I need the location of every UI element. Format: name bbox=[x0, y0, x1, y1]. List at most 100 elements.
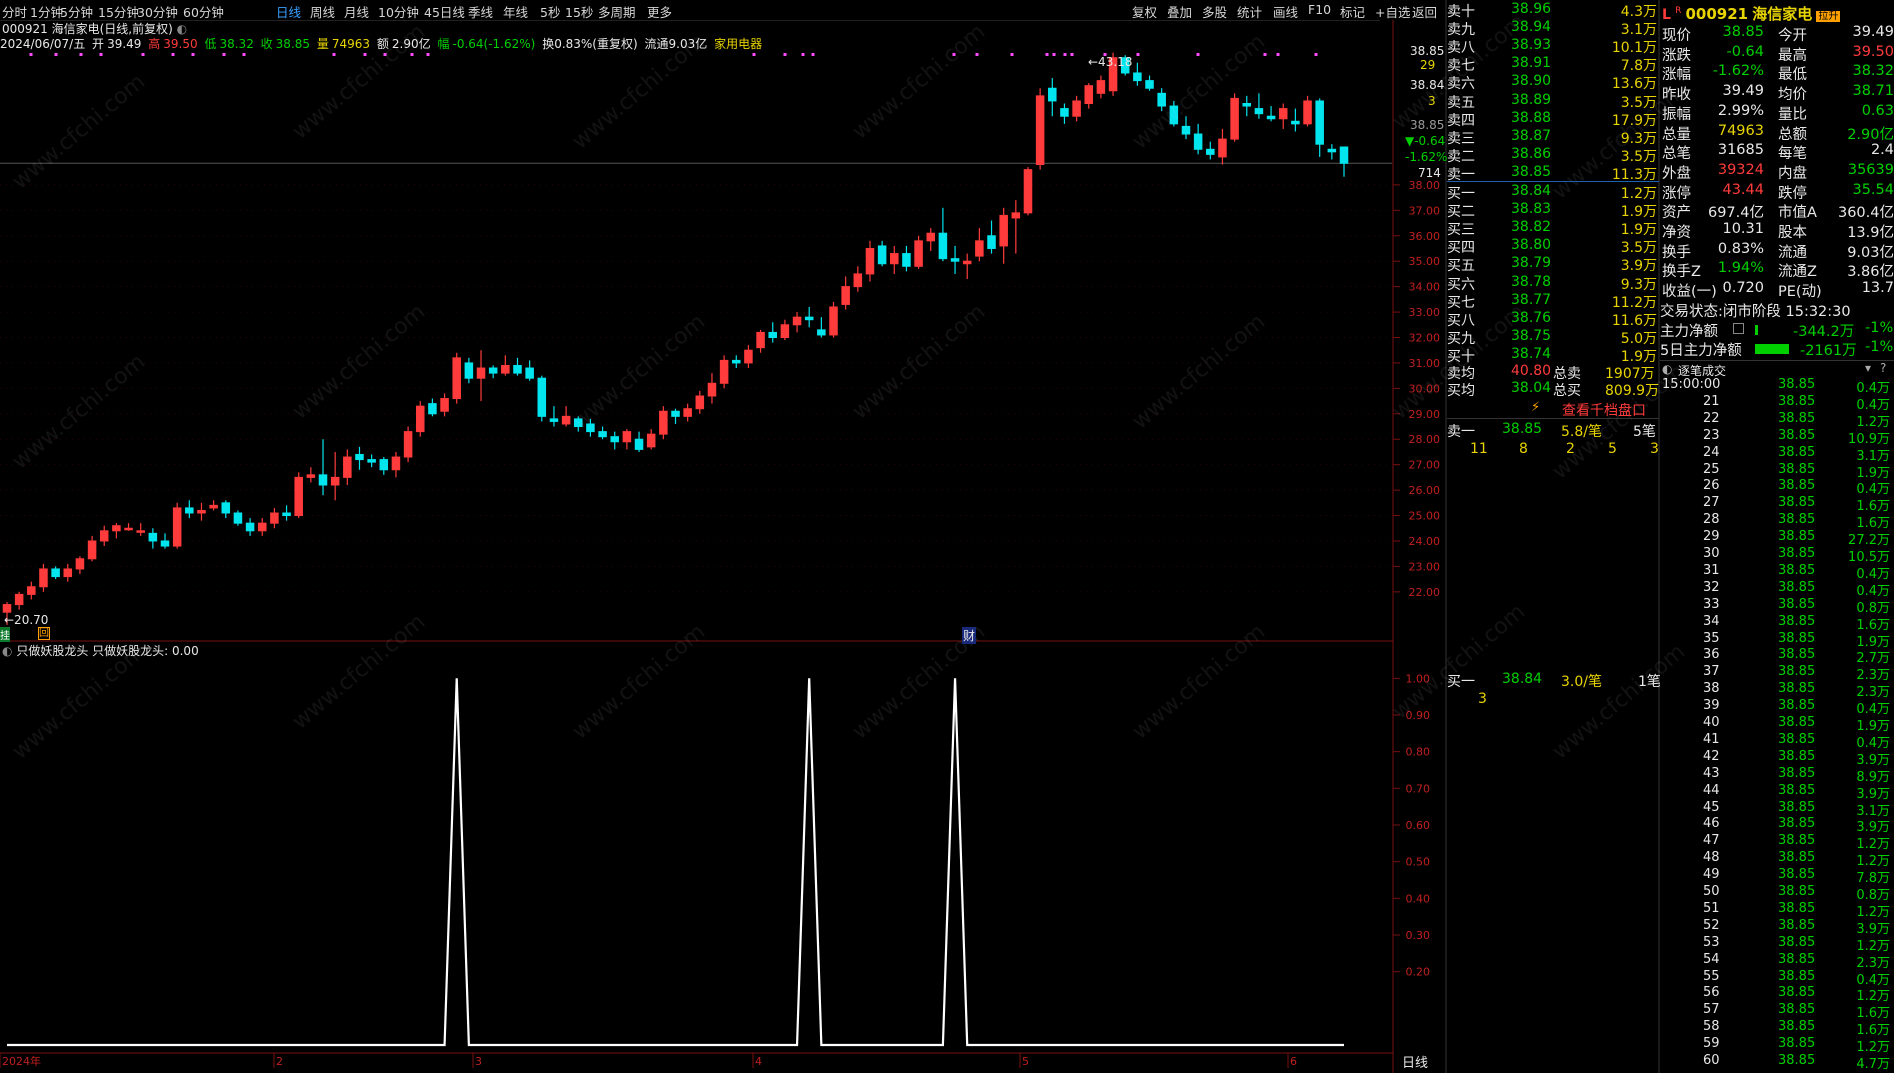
period-tab-15[interactable]: 多周期 bbox=[598, 2, 636, 21]
candle-body[interactable] bbox=[1096, 80, 1106, 94]
candle-body[interactable] bbox=[659, 410, 668, 435]
period-tab-5[interactable]: 60分钟 bbox=[183, 2, 224, 21]
buy-level-1[interactable]: 买二 38.83 1.9万 bbox=[1447, 201, 1657, 220]
candle-body[interactable] bbox=[1327, 148, 1337, 153]
candle-body[interactable] bbox=[817, 329, 826, 336]
candle-body[interactable] bbox=[355, 454, 364, 461]
industry-link[interactable]: 家用电器 bbox=[714, 37, 762, 51]
sell-level-9[interactable]: 卖一 38.85 11.3万 bbox=[1447, 164, 1657, 183]
settings-icon[interactable]: ◐ bbox=[177, 22, 187, 36]
candle-body[interactable] bbox=[343, 456, 352, 478]
period-tab-13[interactable]: 5秒 bbox=[540, 2, 560, 21]
period-tab-6[interactable]: 日线 bbox=[276, 2, 301, 21]
candle-body[interactable] bbox=[890, 253, 899, 265]
candle-body[interactable] bbox=[428, 403, 437, 415]
candle-body[interactable] bbox=[1048, 87, 1057, 102]
candle-body[interactable] bbox=[367, 459, 376, 463]
candle-body[interactable] bbox=[1145, 80, 1154, 89]
candle-body[interactable] bbox=[1218, 138, 1227, 158]
period-tab-10[interactable]: 45日线 bbox=[424, 2, 465, 21]
sell-level-6[interactable]: 卖四 38.88 17.9万 bbox=[1447, 110, 1657, 129]
candle-body[interactable] bbox=[148, 532, 158, 542]
candle-body[interactable] bbox=[270, 512, 279, 524]
filter-icon[interactable]: ▾ bbox=[1865, 361, 1871, 375]
sell-level-2[interactable]: 卖八 38.93 10.1万 bbox=[1447, 37, 1657, 56]
candle-body[interactable] bbox=[391, 456, 401, 471]
candle-body[interactable] bbox=[853, 273, 863, 288]
candle-body[interactable] bbox=[1230, 97, 1239, 140]
candle-body[interactable] bbox=[39, 568, 48, 588]
candle-body[interactable] bbox=[537, 377, 547, 417]
candle-body[interactable] bbox=[598, 431, 607, 438]
candle-body[interactable] bbox=[1035, 95, 1045, 166]
buy-level-8[interactable]: 买九 38.75 5.0万 bbox=[1447, 328, 1657, 347]
candle-body[interactable] bbox=[464, 362, 474, 379]
period-tab-7[interactable]: 周线 bbox=[310, 2, 335, 21]
candle-body[interactable] bbox=[185, 507, 194, 514]
candle-body[interactable] bbox=[744, 349, 753, 364]
candle-body[interactable] bbox=[160, 540, 170, 547]
candle-body[interactable] bbox=[1266, 115, 1276, 120]
candle-body[interactable] bbox=[987, 235, 996, 249]
toolbar-button-8[interactable]: 返回 bbox=[1412, 2, 1437, 21]
candle-body[interactable] bbox=[1278, 108, 1288, 120]
candle-body[interactable] bbox=[792, 316, 802, 326]
candle-body[interactable] bbox=[221, 502, 231, 514]
candle-body[interactable] bbox=[695, 395, 705, 410]
candle-body[interactable] bbox=[136, 530, 145, 533]
sell-level-5[interactable]: 卖五 38.89 3.5万 bbox=[1447, 92, 1657, 111]
candle-body[interactable] bbox=[1242, 103, 1252, 107]
candle-body[interactable] bbox=[902, 253, 911, 267]
candle-body[interactable] bbox=[440, 398, 449, 412]
candle-body[interactable] bbox=[112, 525, 121, 532]
candle-body[interactable] bbox=[622, 431, 632, 443]
finance-marker[interactable]: 财 bbox=[962, 627, 977, 644]
candle-body[interactable] bbox=[379, 459, 389, 471]
candle-body[interactable] bbox=[646, 433, 656, 448]
candle-body[interactable] bbox=[172, 507, 182, 547]
period-tab-0[interactable]: 分时 bbox=[2, 2, 27, 21]
candle-body[interactable] bbox=[476, 367, 486, 379]
toolbar-button-1[interactable]: 叠加 bbox=[1167, 2, 1192, 21]
candle-body[interactable] bbox=[209, 504, 218, 509]
candle-body[interactable] bbox=[1133, 72, 1142, 82]
candle-body[interactable] bbox=[330, 476, 340, 486]
buy-level-4[interactable]: 买五 38.79 3.9万 bbox=[1447, 255, 1657, 274]
candle-body[interactable] bbox=[294, 476, 303, 517]
candle-body[interactable] bbox=[124, 527, 133, 531]
period-tab-1[interactable]: 1分钟 bbox=[30, 2, 63, 21]
candle-body[interactable] bbox=[1072, 100, 1081, 117]
candle-body[interactable] bbox=[1315, 100, 1324, 145]
period-tab-8[interactable]: 月线 bbox=[344, 2, 369, 21]
candle-body[interactable] bbox=[233, 512, 243, 524]
candle-body[interactable] bbox=[99, 530, 109, 542]
depth-link[interactable]: 查看千档盘口 bbox=[1562, 400, 1646, 420]
candle-body[interactable] bbox=[197, 509, 206, 514]
candle-body[interactable] bbox=[780, 324, 790, 339]
toolbar-button-6[interactable]: 标记 bbox=[1340, 2, 1365, 21]
candle-body[interactable] bbox=[415, 405, 425, 433]
gua-marker[interactable]: 挂 bbox=[0, 627, 10, 642]
candle-body[interactable] bbox=[403, 431, 413, 458]
candle-body[interactable] bbox=[1060, 108, 1069, 117]
sell-level-4[interactable]: 卖六 38.90 13.6万 bbox=[1447, 73, 1657, 92]
candle-body[interactable] bbox=[829, 306, 838, 336]
candle-body[interactable] bbox=[501, 364, 510, 374]
candle-body[interactable] bbox=[1254, 108, 1264, 115]
candle-body[interactable] bbox=[865, 247, 875, 275]
toolbar-button-3[interactable]: 统计 bbox=[1237, 2, 1262, 21]
more-icon[interactable]: ? bbox=[1880, 361, 1886, 375]
buy-level-2[interactable]: 买三 38.82 1.9万 bbox=[1447, 219, 1657, 238]
toolbar-button-5[interactable]: F10 bbox=[1308, 2, 1331, 17]
buy-level-5[interactable]: 买六 38.78 9.3万 bbox=[1447, 274, 1657, 293]
candle-body[interactable] bbox=[926, 232, 936, 242]
candle-body[interactable] bbox=[513, 364, 522, 374]
toolbar-button-0[interactable]: 复权 bbox=[1132, 2, 1157, 21]
candle-body[interactable] bbox=[1011, 212, 1021, 219]
candle-body[interactable] bbox=[14, 593, 24, 606]
period-tab-4[interactable]: 30分钟 bbox=[137, 2, 178, 21]
candle-body[interactable] bbox=[671, 410, 680, 417]
sell-level-1[interactable]: 卖九 38.94 3.1万 bbox=[1447, 19, 1657, 38]
sell-level-0[interactable]: 卖十 38.96 4.3万 bbox=[1447, 1, 1657, 20]
candle-body[interactable] bbox=[318, 474, 328, 486]
